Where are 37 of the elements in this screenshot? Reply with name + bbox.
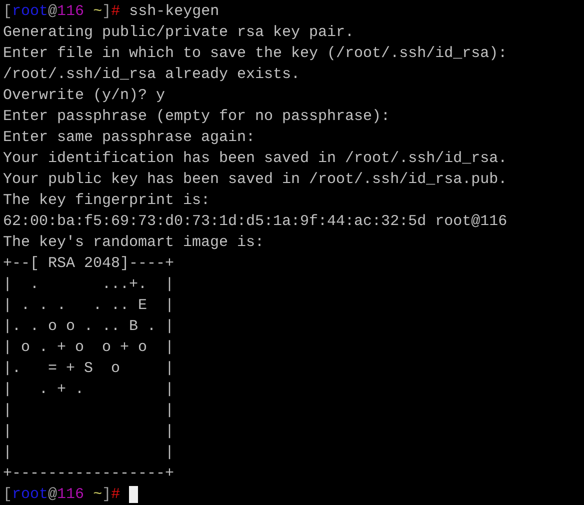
prompt-text: # (111, 485, 120, 505)
prompt-text: ~ (92, 2, 102, 22)
terminal-line: The key fingerprint is: (3, 191, 212, 211)
terminal-line: Enter file in which to save the key (/root/.ssh/id_rsa): (3, 44, 508, 64)
terminal-line: Your public key has been saved in /root/.ssh/id_rsa.pub. (3, 170, 508, 190)
prompt-text: root (12, 485, 48, 505)
terminal-line: Your identification has been saved in /root/.ssh/id_rsa. (3, 149, 508, 169)
prompt-text: root (12, 2, 48, 22)
terminal-line: /root/.ssh/id_rsa already exists. (3, 65, 302, 85)
terminal-line: The key's randomart image is: (3, 233, 266, 253)
command-text: ssh-keygen (129, 2, 220, 22)
prompt-text: ] (102, 485, 112, 505)
terminal-line: |. . o o . .. B . | (3, 317, 176, 337)
prompt-text: ~ (92, 485, 102, 505)
terminal-line: +--[ RSA 2048]----+ (3, 254, 176, 274)
terminal-line: | | (3, 443, 176, 463)
prompt-text: 116 (57, 2, 84, 22)
terminal-line: 62:00:ba:f5:69:73:d0:73:1d:d5:1a:9f:44:ac:32:5d root@116 (3, 212, 508, 232)
prompt-text: 116 (57, 485, 84, 505)
terminal-line: | . ...+. | (3, 275, 176, 295)
terminal-line: | | (3, 401, 176, 421)
terminal-line: Generating public/private rsa key pair. (3, 23, 356, 43)
prompt-text: # (111, 2, 120, 22)
prompt-text: @ (48, 485, 58, 505)
terminal-line: Overwrite (y/n)? y (3, 86, 166, 106)
terminal-line: Enter same passphrase again: (3, 128, 256, 148)
terminal-line: | o . + o o + o | (3, 338, 176, 358)
prompt-text: [ (3, 485, 12, 505)
prompt-text: ] (102, 2, 112, 22)
terminal-line: | | (3, 422, 176, 442)
terminal-line: +-----------------+ (3, 464, 176, 484)
terminal-line: |. = + S o | (3, 359, 176, 379)
terminal-line: | . + . | (3, 380, 176, 400)
terminal-line: Enter passphrase (empty for no passphrase): (3, 107, 392, 127)
prompt-text: [ (3, 2, 12, 22)
terminal-line: | . . . . .. E | (3, 296, 176, 316)
prompt-text: @ (48, 2, 58, 22)
